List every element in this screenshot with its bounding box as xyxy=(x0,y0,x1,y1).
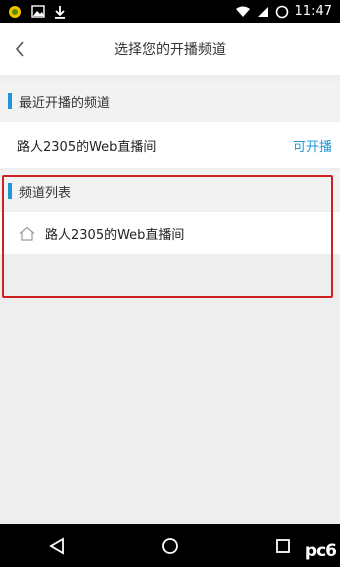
channel-name: 路人2305的Web直播间 xyxy=(45,227,185,243)
battery-icon xyxy=(275,5,289,19)
square-recents-icon xyxy=(276,538,291,553)
channel-list-item[interactable]: 路人2305的Web直播间 xyxy=(0,212,340,254)
recent-channel-row[interactable]: 路人2305的Web直播间 可开播 xyxy=(0,122,340,168)
image-icon xyxy=(31,5,45,18)
wifi-icon xyxy=(235,6,251,18)
nav-bar xyxy=(0,524,340,567)
chevron-left-icon xyxy=(15,41,24,57)
section-accent-bar xyxy=(8,93,12,109)
recent-channel-name: 路人2305的Web直播间 xyxy=(17,139,157,155)
status-left-icons xyxy=(8,5,66,19)
app-notification-icon xyxy=(8,5,22,19)
signal-icon xyxy=(257,6,269,18)
screen: 11:47 选择您的开播频道 最近开播的频道 路人2305的Web直播间 可开播… xyxy=(0,0,340,567)
nav-home-button[interactable] xyxy=(150,526,190,566)
start-broadcast-link[interactable]: 可开播 xyxy=(293,136,332,155)
home-icon xyxy=(19,226,35,241)
nav-recents-button[interactable] xyxy=(263,526,303,566)
download-icon xyxy=(54,5,66,19)
section-accent-bar xyxy=(8,183,12,199)
watermark-logo: pc6 xyxy=(304,541,337,561)
status-bar: 11:47 xyxy=(0,0,340,23)
status-time: 11:47 xyxy=(294,4,332,19)
back-button[interactable] xyxy=(4,33,36,65)
status-right: 11:47 xyxy=(235,4,332,19)
channel-list-section-title: 频道列表 xyxy=(19,185,72,201)
page-title: 选择您的开播频道 xyxy=(114,42,226,58)
header: 选择您的开播频道 xyxy=(0,23,340,75)
recent-section-header: 最近开播的频道 xyxy=(0,81,340,121)
nav-back-button[interactable] xyxy=(37,526,77,566)
channel-list-section-header: 频道列表 xyxy=(0,171,340,211)
triangle-back-icon xyxy=(48,536,64,555)
recent-section-title: 最近开播的频道 xyxy=(19,95,111,111)
circle-home-icon xyxy=(162,537,178,554)
